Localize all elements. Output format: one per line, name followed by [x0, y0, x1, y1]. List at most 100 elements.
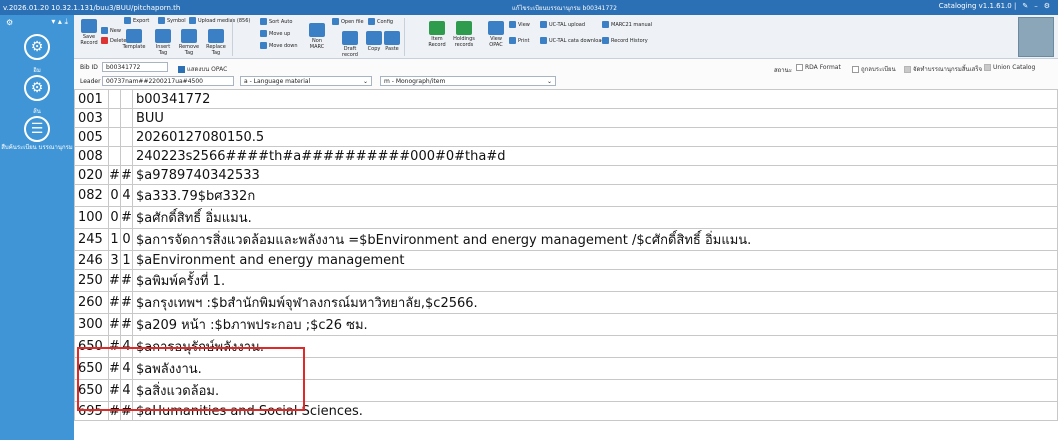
sidebar-item-1[interactable]: อิม ⚙ — [0, 65, 74, 101]
indicator-2-cell[interactable]: # — [120, 313, 133, 336]
indicator-1-cell[interactable]: 0 — [108, 184, 121, 207]
marc-field-row[interactable]: 650 #4 $aการอนุรักษ์พลังงาน. — [74, 335, 1058, 358]
indicator-2-cell[interactable] — [120, 127, 133, 147]
record-history-button[interactable]: Record History — [602, 37, 648, 44]
marc-tag-cell[interactable]: 246 — [74, 250, 109, 270]
marc-tag-cell[interactable]: 082 — [74, 184, 109, 207]
cover-thumbnail[interactable] — [1018, 17, 1054, 57]
indicator-2-cell[interactable]: # — [120, 269, 133, 292]
sidebar-collapse-icon[interactable]: ▾ ▴ ⤓ — [51, 17, 68, 27]
move-up-button[interactable]: Move up — [260, 30, 290, 37]
marc-field-row[interactable]: 650 #4 $aพลังงาน. — [74, 357, 1058, 380]
indicator-2-cell[interactable]: # — [120, 206, 133, 229]
new-button[interactable]: New — [101, 27, 121, 34]
view-opac-button[interactable]: View OPAC — [486, 21, 506, 48]
indicator-2-cell[interactable]: 0 — [120, 228, 133, 251]
marc-value-cell[interactable]: $a333.79$bศ332ก — [132, 184, 1058, 207]
marc-value-cell[interactable]: 240223s2566####th#a##########000#0#tha#d — [132, 146, 1058, 166]
bib-id-field[interactable]: b00341772 — [102, 62, 168, 72]
marc-field-row[interactable]: 695 # # $aHumanities and Social Sciences. — [74, 401, 1058, 421]
marc-value-cell[interactable]: $aศักดิ์สิทธิ์ อิ่มแมน. — [132, 206, 1058, 229]
marc-value-cell[interactable]: 20260127080150.5 — [132, 127, 1058, 147]
indicator-2-cell[interactable]: 4 — [120, 335, 133, 358]
marc-tag-cell[interactable]: 245 — [74, 228, 109, 251]
marc-field-row[interactable]: 300 # # $a209 หน้า :$bภาพประกอบ ;$c26 ซม. — [74, 313, 1058, 336]
indicator-1-cell[interactable] — [108, 89, 121, 109]
marc-tag-cell[interactable]: 250 — [74, 269, 109, 292]
indicator-1-cell[interactable]: # — [108, 269, 121, 292]
indicator-2-cell[interactable]: 4 — [120, 357, 133, 380]
union-catalog-checkbox[interactable]: Union Catalog — [984, 64, 1035, 71]
catalog-done-checkbox[interactable]: จัดทำบรรณานุกรมสิ้นเสร็จ — [904, 64, 982, 74]
config-button[interactable]: Config — [368, 18, 393, 25]
marc-tag-cell[interactable]: 001 — [74, 89, 109, 109]
marc-value-cell[interactable]: $a209 หน้า :$bภาพประกอบ ;$c26 ซม. — [132, 313, 1058, 336]
marc21-manual-button[interactable]: MARC21 manual — [602, 21, 652, 28]
marc-field-row[interactable]: 260 # # $aกรุงเทพฯ :$bสำนักพิมพ์จุฬาลงกรณ์ม… — [74, 291, 1058, 314]
marc-value-cell[interactable]: $aกรุงเทพฯ :$bสำนักพิมพ์จุฬาลงกรณ์มหาวิท… — [132, 291, 1058, 314]
marc-tag-cell[interactable]: 005 — [74, 127, 109, 147]
indicator-1-cell[interactable]: 0 — [108, 206, 121, 229]
view-button[interactable]: View — [509, 21, 530, 28]
save-record-button[interactable]: Save Record — [80, 19, 98, 46]
marc-value-cell[interactable]: b00341772 — [132, 89, 1058, 109]
sidebar-item-2[interactable]: ส้น ☰ สืบค้นระเบียน บรรณานุกรม — [0, 106, 74, 152]
marc-value-cell[interactable]: $aการจัดการสิ่งแวดล้อมและพลังงาน =$bEnvi… — [132, 228, 1058, 251]
indicator-1-cell[interactable]: # — [108, 165, 121, 185]
leader-field[interactable]: 00737nam##2200217ua#4500 — [102, 76, 234, 86]
marc-field-row[interactable]: 082 0 4 $a333.79$bศ332ก — [74, 184, 1058, 207]
minimize-icon[interactable]: – — [1034, 2, 1038, 10]
indicator-1-cell[interactable]: # — [108, 357, 121, 380]
marc-field-row[interactable]: 100 0 # $aศักดิ์สิทธิ์ อิ่มแมน. — [74, 206, 1058, 229]
symbol-button[interactable]: Symbol — [158, 17, 186, 24]
sort-auto-button[interactable]: Sort Auto — [260, 18, 292, 25]
indicator-1-cell[interactable]: 1 — [108, 228, 121, 251]
uc-tal-upload-button[interactable]: UC-TAL upload — [540, 21, 585, 28]
indicator-1-cell[interactable] — [108, 108, 121, 128]
indicator-1-cell[interactable]: # — [108, 313, 121, 336]
copy-button[interactable]: Copy — [366, 31, 382, 52]
deleted-record-checkbox[interactable]: ถูกลบระเบียน — [852, 64, 896, 74]
uc-tal-download-button[interactable]: UC-TAL cata download — [540, 37, 605, 44]
move-down-button[interactable]: Move down — [260, 42, 298, 49]
indicator-1-cell[interactable]: # — [108, 335, 121, 358]
pin-icon[interactable]: ✎ — [1022, 2, 1028, 10]
indicator-2-cell[interactable]: 4 — [120, 379, 133, 402]
marc-tag-cell[interactable]: 695 — [74, 401, 109, 421]
indicator-2-cell[interactable]: 4 — [120, 184, 133, 207]
insert-tag-button[interactable]: Insert Tag — [152, 29, 174, 56]
non-marc-button[interactable]: Non MARC — [306, 23, 328, 50]
indicator-2-cell[interactable] — [120, 89, 133, 109]
marc-field-row[interactable]: 020 # # $a9789740342533 — [74, 165, 1058, 185]
replace-tag-button[interactable]: Replace Tag — [204, 29, 228, 56]
export-button[interactable]: Export — [124, 17, 149, 24]
marc-value-cell[interactable]: $aพิมพ์ครั้งที่ 1. — [132, 269, 1058, 292]
indicator-1-cell[interactable]: # — [108, 291, 121, 314]
marc-tag-cell[interactable]: 100 — [74, 206, 109, 229]
marc-value-cell[interactable]: BUU — [132, 108, 1058, 128]
settings-icon[interactable]: ⚙ — [1044, 2, 1050, 10]
indicator-2-cell[interactable] — [120, 146, 133, 166]
indicator-1-cell[interactable] — [108, 146, 121, 166]
marc-field-row[interactable]: 001 b00341772 — [74, 89, 1058, 109]
marc-field-row[interactable]: 245 1 0 $aการจัดการสิ่งแวดล้อมและพลังงาน =$… — [74, 228, 1058, 251]
marc-tag-cell[interactable]: 650 — [74, 379, 109, 402]
marc-value-cell[interactable]: $aสิ่งแวดล้อม. — [132, 379, 1058, 402]
paste-button[interactable]: Paste — [384, 31, 400, 52]
indicator-2-cell[interactable]: # — [120, 401, 133, 421]
bib-level-select[interactable]: m - Monograph/item ⌄ — [380, 76, 556, 86]
marc-field-row[interactable]: 650 #4 $aสิ่งแวดล้อม. — [74, 379, 1058, 402]
marc-field-row[interactable]: 003 BUU — [74, 108, 1058, 128]
upload-media-button[interactable]: Upload medias (856) — [189, 17, 250, 24]
marc-value-cell[interactable]: $a9789740342533 — [132, 165, 1058, 185]
template-button[interactable]: Template — [122, 29, 146, 50]
marc-value-cell[interactable]: $aHumanities and Social Sciences. — [132, 401, 1058, 421]
marc-tag-cell[interactable]: 003 — [74, 108, 109, 128]
sidebar-item-catalog[interactable]: ⚙ — [0, 34, 74, 60]
type-of-record-select[interactable]: a - Language material ⌄ — [240, 76, 372, 86]
marc-tag-cell[interactable]: 008 — [74, 146, 109, 166]
marc-tag-cell[interactable]: 300 — [74, 313, 109, 336]
show-opac-checkbox[interactable]: แสดงบน OPAC — [178, 64, 227, 74]
open-file-button[interactable]: Open file — [332, 18, 364, 25]
marc-field-row[interactable]: 008 240223s2566####th#a##########000#0#th… — [74, 146, 1058, 166]
